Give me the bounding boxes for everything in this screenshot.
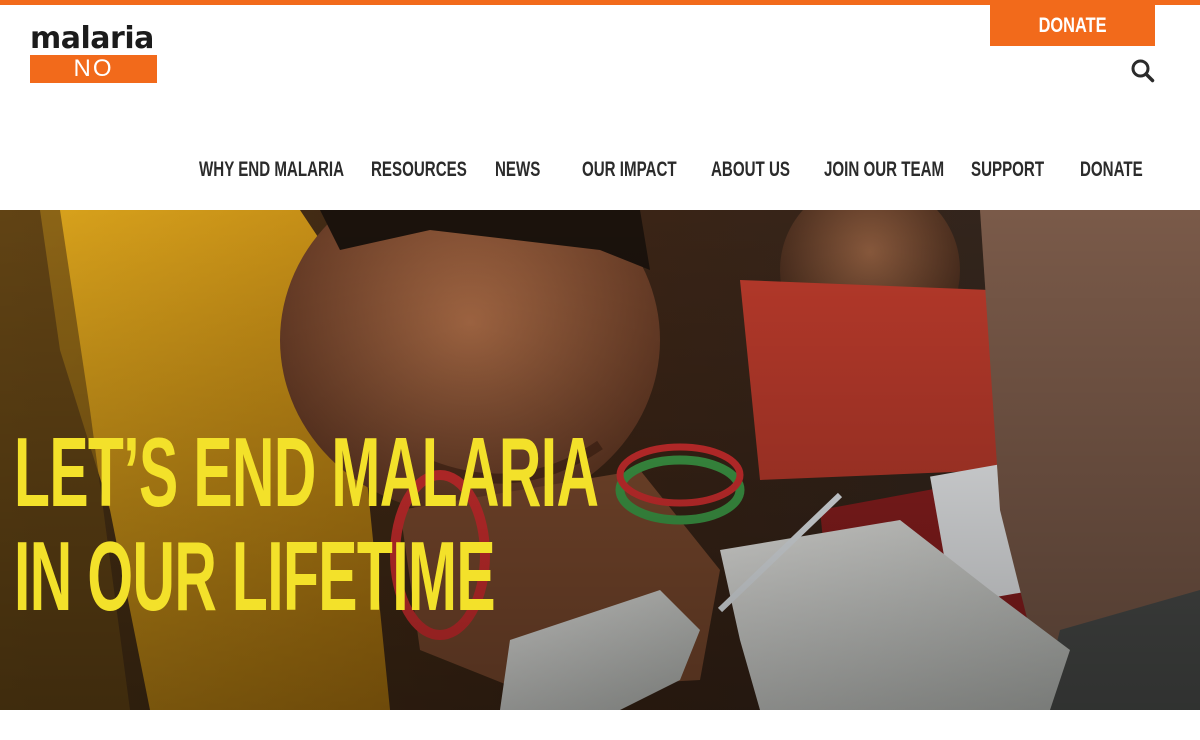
search-button[interactable] — [1130, 58, 1156, 84]
nav-item-about-us[interactable]: ABOUT US — [711, 152, 821, 188]
logo-wordmark: malaria — [30, 21, 154, 56]
nav-item-donate[interactable]: DONATE — [1080, 152, 1167, 188]
nav-item-news[interactable]: NEWS — [495, 152, 558, 188]
hero-banner: LET’S END MALARIA IN OUR LIFETIME — [0, 210, 1200, 710]
nav-label: WHY END MALARIA — [199, 158, 345, 181]
nav-label: DONATE — [1080, 158, 1143, 181]
header-donate-label: DONATE — [1038, 14, 1107, 37]
nav-item-support[interactable]: SUPPORT — [971, 152, 1073, 188]
nav-item-our-impact[interactable]: OUR IMPACT — [582, 152, 713, 188]
nav-item-join-our-team[interactable]: JOIN OUR TEAM — [824, 152, 991, 188]
nav-item-resources[interactable]: RESOURCES — [371, 152, 504, 188]
search-icon — [1131, 59, 1155, 83]
nav-label: JOIN OUR TEAM — [824, 158, 945, 181]
main-nav: WHY END MALARIA RESOURCES NEWS OUR IMPAC… — [0, 152, 1200, 188]
nav-label: ABOUT US — [711, 158, 790, 181]
nav-label: SUPPORT — [971, 158, 1045, 181]
hero-headline-line-1: LET’S END MALARIA — [14, 417, 599, 527]
hero-headline-line-2: IN OUR LIFETIME — [14, 521, 496, 631]
header-donate-button[interactable]: DONATE — [990, 5, 1155, 46]
nav-label: RESOURCES — [371, 158, 467, 181]
site-logo[interactable]: malaria NO MORE — [30, 21, 158, 110]
nav-label: OUR IMPACT — [582, 158, 677, 181]
nav-label: NEWS — [495, 158, 541, 181]
logo-tagline: NO MORE — [30, 55, 157, 110]
hero-headline: LET’S END MALARIA IN OUR LIFETIME — [14, 420, 988, 628]
